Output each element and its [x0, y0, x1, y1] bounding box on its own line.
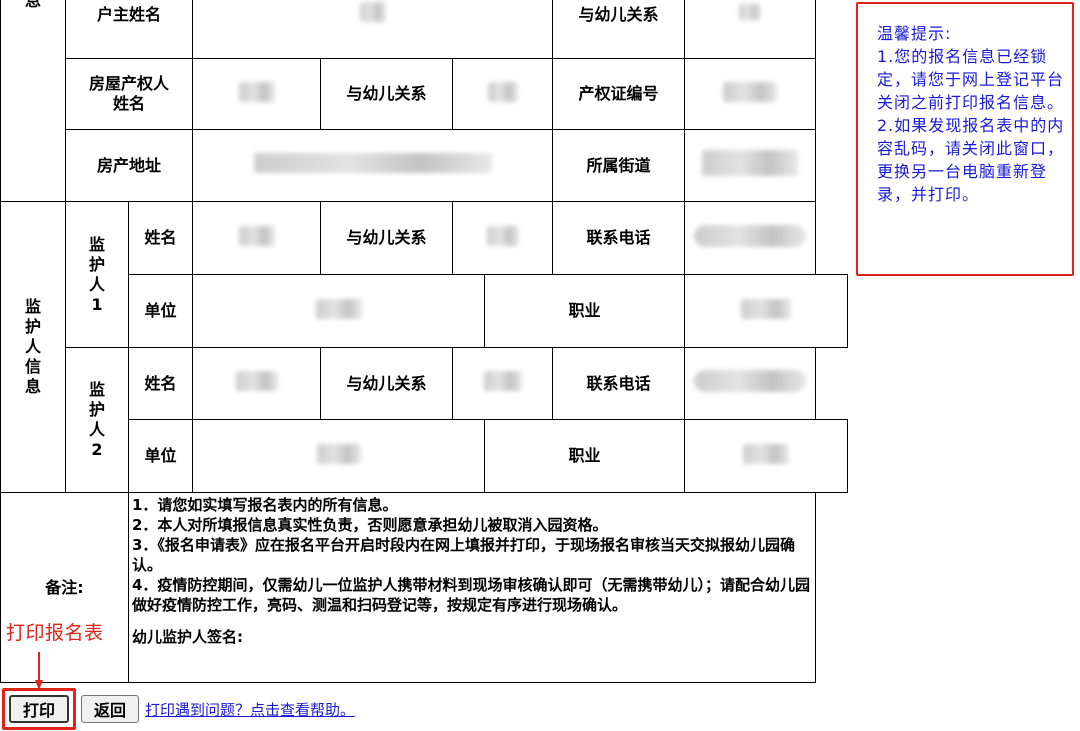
guardian2-job-label: 职业 — [484, 419, 686, 493]
street-value — [684, 129, 817, 202]
notes-content: 1．请您如实填写报名表内的所有信息。 2．本人对所填报信息真实性负责，否则愿意承… — [127, 492, 817, 683]
owner-relation-label: 与幼儿关系 — [320, 58, 454, 130]
guardian1-job-label: 职业 — [484, 274, 686, 348]
notes-label: 备注: — [0, 492, 129, 683]
print-button-highlight: 打印 — [2, 688, 77, 730]
owner-relation-value — [452, 58, 554, 130]
owner-label: 房屋产权人姓名 — [64, 58, 194, 130]
tip-box: 温馨提示: 1.您的报名信息已经锁定，请您于网上登记平台关闭之前打印报名信息。 … — [856, 2, 1074, 276]
relation-label: 与幼儿关系 — [552, 0, 686, 59]
guardian1-name-label: 姓名 — [127, 201, 194, 275]
guardian2-job-value — [684, 419, 848, 493]
guardian1-employer-label: 单位 — [127, 274, 194, 348]
guardian1-employer-value — [192, 274, 486, 348]
guardian-section-label: 监护人信息 — [0, 201, 66, 493]
guardian2-phone-label: 联系电话 — [552, 347, 686, 420]
household-head-value — [192, 0, 554, 59]
guardian2-relation-label: 与幼儿关系 — [320, 347, 454, 420]
guardian2-label: 监护人2 — [65, 347, 129, 493]
guardian1-label: 监护人1 — [65, 201, 129, 348]
guardian2-employer-label: 单位 — [127, 419, 194, 493]
relation-value — [684, 0, 817, 59]
guardian1-relation-value — [452, 201, 554, 275]
address-label: 房产地址 — [64, 129, 194, 202]
guardian1-name-value — [192, 201, 322, 275]
tip-line-2: 2.如果发现报名表中的内容乱码，请关闭此窗口，更换另一台电脑重新登录，并打印。 — [877, 116, 1065, 204]
guardian1-phone-value — [684, 201, 817, 275]
signature-label: 幼儿监护人签名: — [132, 628, 243, 646]
note-item: 2．本人对所填报信息真实性负责，否则愿意承担幼儿被取消入园资格。 — [132, 516, 608, 534]
note-item: 1．请您如实填写报名表内的所有信息。 — [132, 496, 398, 514]
arrow-down-icon — [35, 652, 43, 690]
tip-line-1: 1.您的报名信息已经锁定，请您于网上登记平台关闭之前打印报名信息。 — [877, 47, 1065, 112]
guardian2-name-label: 姓名 — [127, 347, 194, 420]
guardian2-phone-value — [684, 347, 817, 420]
back-button[interactable]: 返回 — [81, 695, 140, 723]
section-label-household: 信息 — [0, 0, 66, 202]
action-bar: 打印 返回 打印遇到问题？点击查看帮助。 — [2, 688, 355, 730]
guardian1-phone-label: 联系电话 — [552, 201, 686, 275]
guardian2-relation-value — [452, 347, 554, 420]
cert-no-label: 产权证编号 — [552, 58, 686, 130]
guardian1-relation-label: 与幼儿关系 — [320, 201, 454, 275]
street-label: 所属街道 — [552, 129, 686, 202]
print-page: 信息 户主姓名 与幼儿关系 房屋产权人姓名 与幼儿关系 产权证编号 房产地址 所… — [0, 0, 1080, 731]
print-button[interactable]: 打印 — [9, 695, 70, 723]
print-hint-annotation: 打印报名表 — [6, 622, 104, 644]
address-value — [192, 129, 554, 202]
guardian2-employer-value — [192, 419, 486, 493]
guardian1-job-value — [684, 274, 848, 348]
owner-value — [192, 58, 322, 130]
note-item: 4．疫情防控期间，仅需幼儿一位监护人携带材料到现场审核确认即可（无需携带幼儿）；… — [132, 576, 810, 614]
tip-title: 温馨提示: — [877, 24, 952, 43]
note-item: 3．《报名申请表》应在报名平台开启时段内在网上填报并打印，于现场报名审核当天交拟… — [132, 536, 795, 574]
registration-form-table: 信息 户主姓名 与幼儿关系 房屋产权人姓名 与幼儿关系 产权证编号 房产地址 所… — [0, 0, 848, 683]
household-head-label: 户主姓名 — [64, 0, 194, 59]
help-link[interactable]: 打印遇到问题？点击查看帮助。 — [145, 699, 355, 720]
cert-no-value — [684, 58, 817, 130]
guardian2-name-value — [192, 347, 322, 420]
